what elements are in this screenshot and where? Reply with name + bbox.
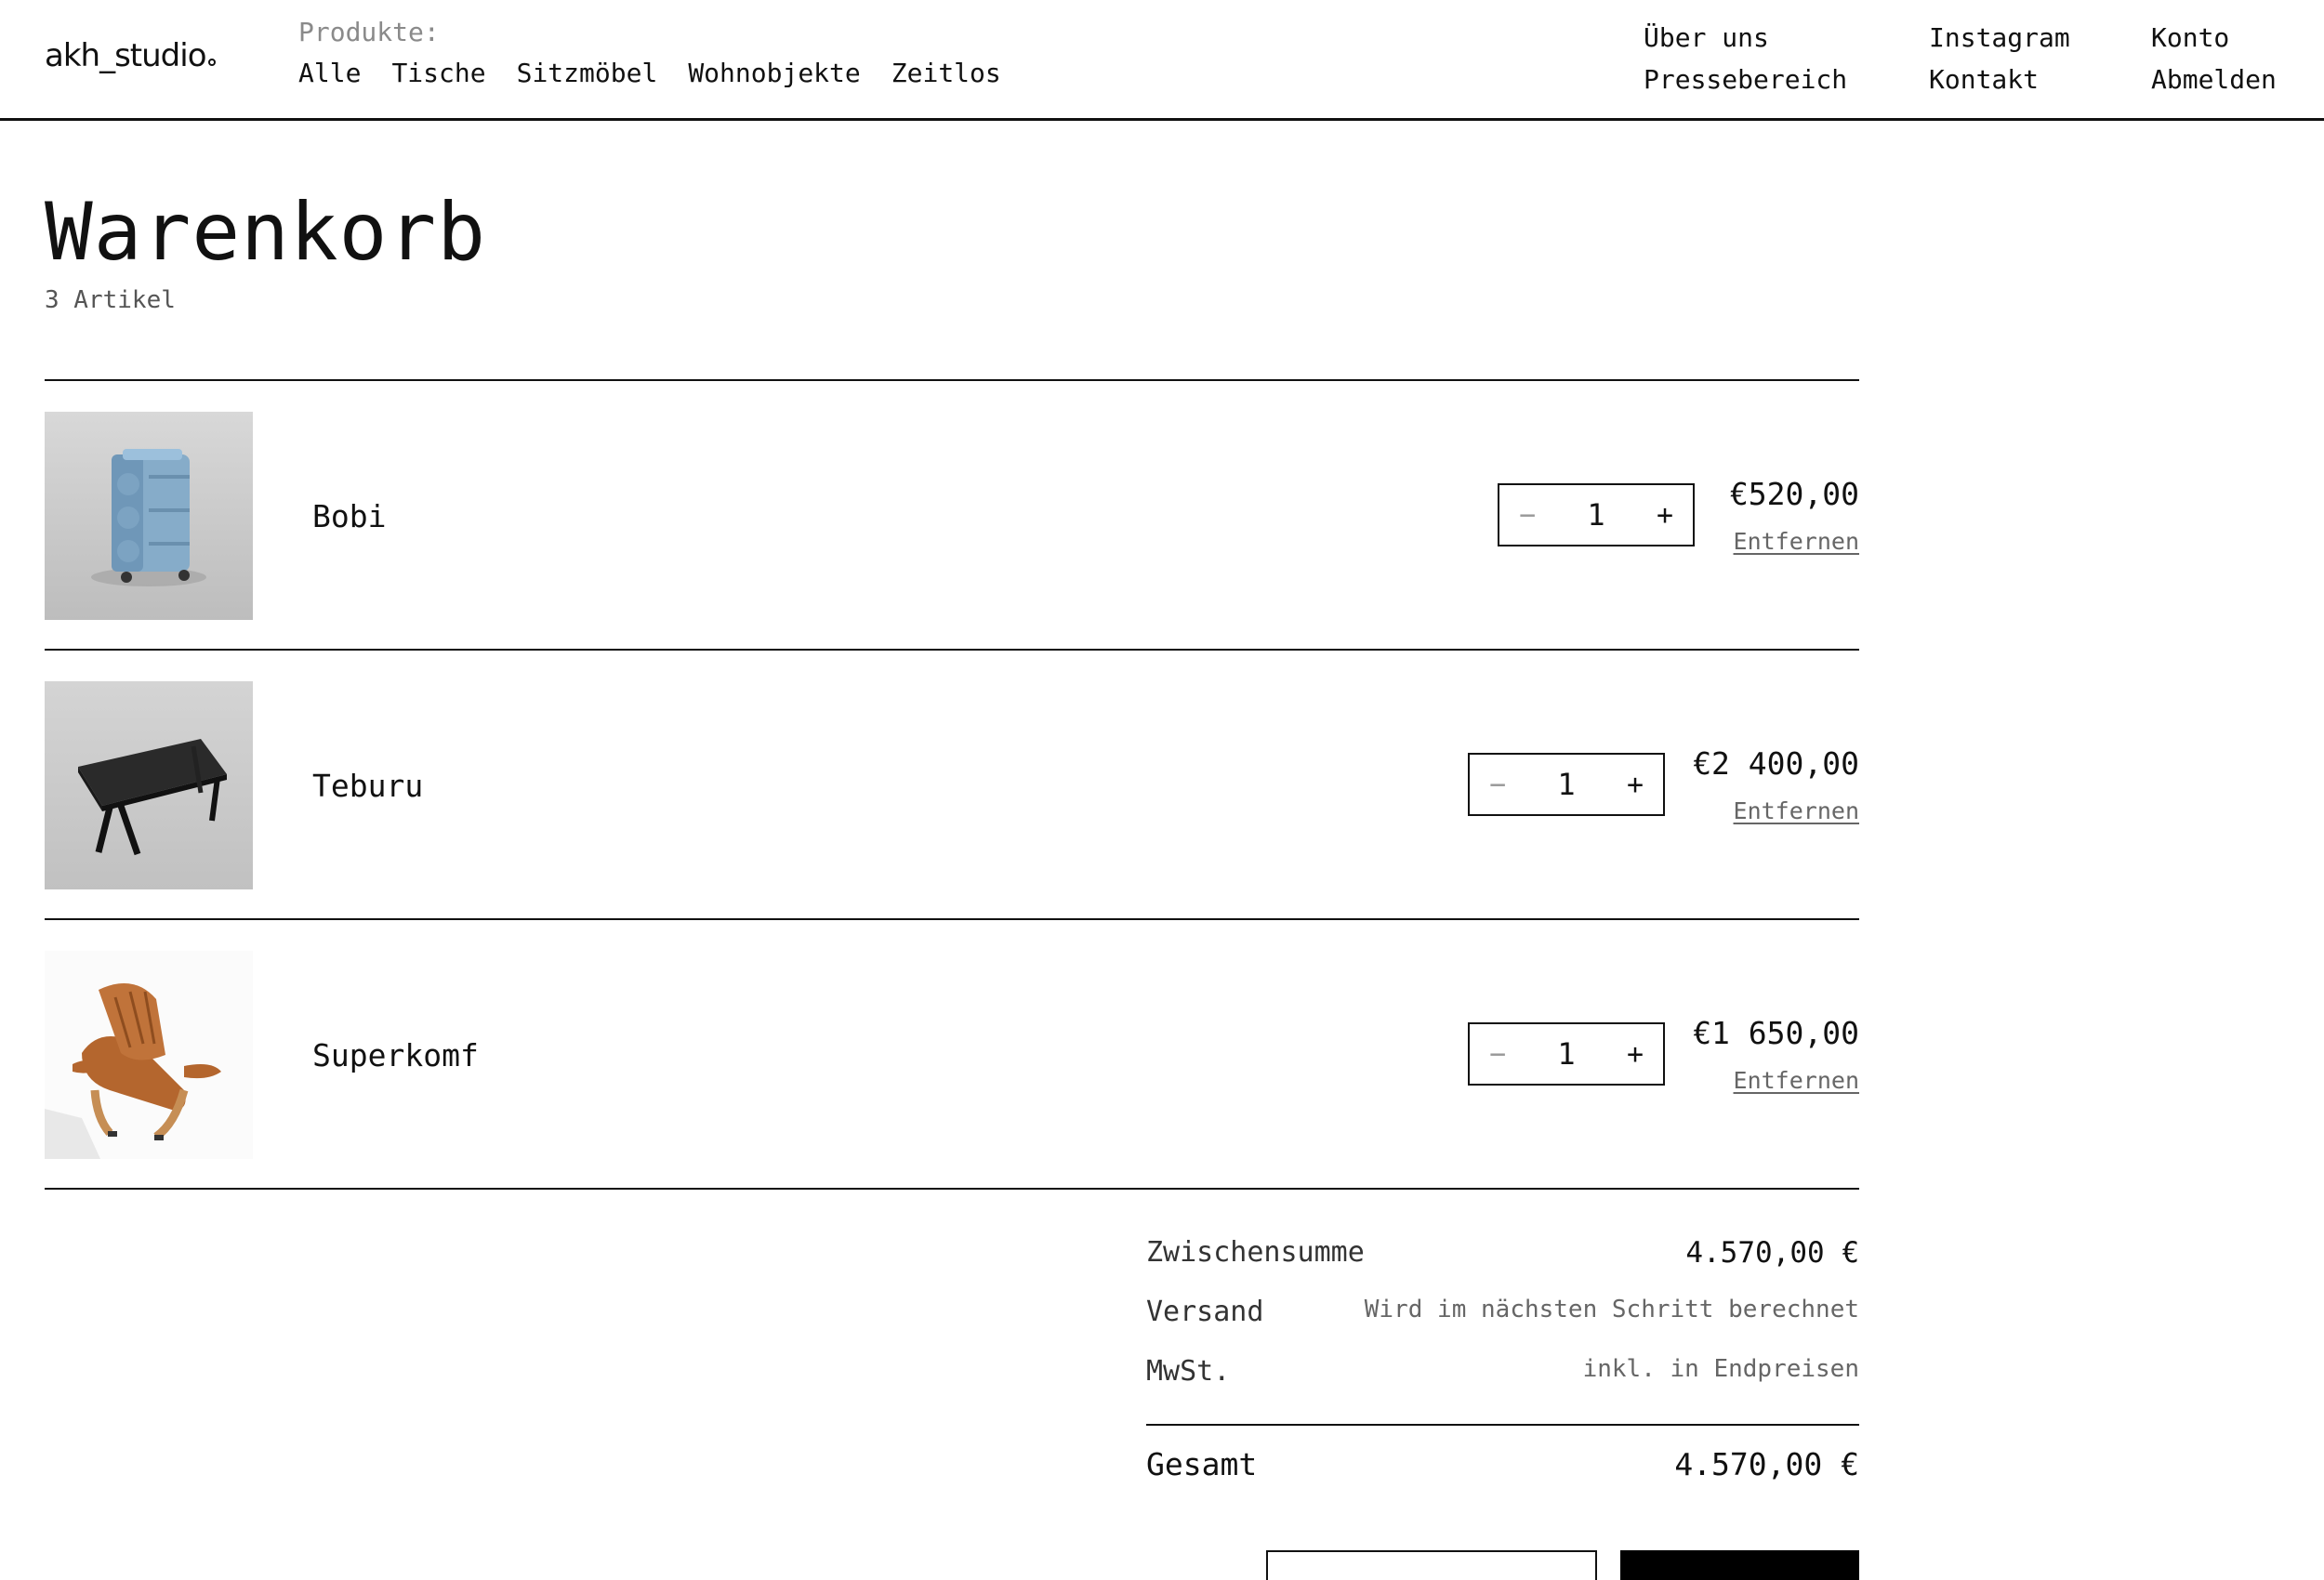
qty-value[interactable]: 1 xyxy=(1557,767,1575,802)
secondary-action-button[interactable] xyxy=(1266,1550,1597,1580)
product-name[interactable]: Teburu xyxy=(312,768,423,804)
leather-chair-image xyxy=(45,951,253,1159)
logo[interactable]: akh_studio xyxy=(45,37,216,74)
category-link-wohnobjekte[interactable]: Wohnobjekte xyxy=(688,58,860,88)
total-label: Gesamt xyxy=(1146,1446,1258,1482)
black-table-image xyxy=(45,681,253,889)
shipping-value: Wird im nächsten Schritt berechnet xyxy=(1364,1296,1859,1323)
product-name[interactable]: Superkomf xyxy=(312,1037,479,1073)
category-nav: Alle Tische Sitzmöbel Wohnobjekte Zeitlo… xyxy=(298,58,1001,88)
about-link[interactable]: Über uns xyxy=(1644,17,1847,59)
cart-item: Superkomf − 1 + €1 650,00 Entfernen xyxy=(45,920,1859,1190)
item-price: €520,00 xyxy=(1729,476,1859,512)
tax-row: MwSt. inkl. in Endpreisen xyxy=(1146,1355,1859,1415)
account-link[interactable]: Konto xyxy=(2151,17,2277,59)
blue-trolley-image xyxy=(45,412,253,620)
products-label: Produkte: xyxy=(298,17,440,47)
qty-value[interactable]: 1 xyxy=(1587,497,1604,533)
site-header: akh_studio Produkte: Alle Tische Sitzmöb… xyxy=(0,0,2324,121)
qty-decrease-button[interactable]: − xyxy=(1470,755,1525,814)
subtotal-row: Zwischensumme 4.570,00 € xyxy=(1146,1236,1859,1296)
product-name[interactable]: Bobi xyxy=(312,498,386,534)
product-image-superkomf[interactable] xyxy=(45,951,253,1159)
page-title: Warenkorb xyxy=(45,186,486,279)
category-link-zeitlos[interactable]: Zeitlos xyxy=(891,58,1001,88)
qty-increase-button[interactable]: + xyxy=(1637,485,1693,545)
press-link[interactable]: Pressebereich xyxy=(1644,59,1847,100)
header-links-info: Über uns Pressebereich xyxy=(1644,17,1847,100)
remove-item-link[interactable]: Entfernen xyxy=(1734,797,1859,824)
tax-value: inkl. in Endpreisen xyxy=(1582,1355,1859,1383)
quantity-stepper: − 1 + xyxy=(1498,483,1695,546)
product-image-bobi[interactable] xyxy=(45,412,253,620)
cart-list: Bobi − 1 + €520,00 Entfernen Teburu − 1 … xyxy=(45,379,1859,1190)
item-price: €1 650,00 xyxy=(1693,1015,1859,1051)
order-summary: Zwischensumme 4.570,00 € Versand Wird im… xyxy=(1146,1236,1859,1511)
total-row: Gesamt 4.570,00 € xyxy=(1146,1446,1859,1511)
header-links-account: Konto Abmelden xyxy=(2151,17,2277,100)
shipping-row: Versand Wird im nächsten Schritt berechn… xyxy=(1146,1296,1859,1355)
logo-dot-icon xyxy=(207,59,216,66)
cart-item: Teburu − 1 + €2 400,00 Entfernen xyxy=(45,651,1859,920)
cart-item: Bobi − 1 + €520,00 Entfernen xyxy=(45,381,1859,651)
qty-increase-button[interactable]: + xyxy=(1607,1024,1663,1084)
header-links-social: Instagram Kontakt xyxy=(1929,17,2070,100)
logout-link[interactable]: Abmelden xyxy=(2151,59,2277,100)
checkout-button[interactable] xyxy=(1620,1550,1859,1580)
qty-decrease-button[interactable]: − xyxy=(1470,1024,1525,1084)
contact-link[interactable]: Kontakt xyxy=(1929,59,2070,100)
qty-increase-button[interactable]: + xyxy=(1607,755,1663,814)
product-image-teburu[interactable] xyxy=(45,681,253,889)
subtotal-label: Zwischensumme xyxy=(1146,1236,1365,1269)
tax-label: MwSt. xyxy=(1146,1355,1231,1388)
instagram-link[interactable]: Instagram xyxy=(1929,17,2070,59)
item-count: 3 Artikel xyxy=(45,286,176,314)
item-price: €2 400,00 xyxy=(1693,745,1859,782)
summary-divider xyxy=(1146,1424,1859,1426)
category-link-sitzmoebel[interactable]: Sitzmöbel xyxy=(517,58,658,88)
quantity-stepper: − 1 + xyxy=(1468,753,1665,816)
total-value: 4.570,00 € xyxy=(1674,1446,1859,1482)
qty-decrease-button[interactable]: − xyxy=(1499,485,1555,545)
quantity-stepper: − 1 + xyxy=(1468,1022,1665,1086)
remove-item-link[interactable]: Entfernen xyxy=(1734,528,1859,555)
shipping-label: Versand xyxy=(1146,1296,1264,1328)
subtotal-value: 4.570,00 € xyxy=(1685,1236,1859,1270)
category-link-tische[interactable]: Tische xyxy=(391,58,485,88)
remove-item-link[interactable]: Entfernen xyxy=(1734,1067,1859,1094)
qty-value[interactable]: 1 xyxy=(1557,1036,1575,1072)
category-link-alle[interactable]: Alle xyxy=(298,58,361,88)
